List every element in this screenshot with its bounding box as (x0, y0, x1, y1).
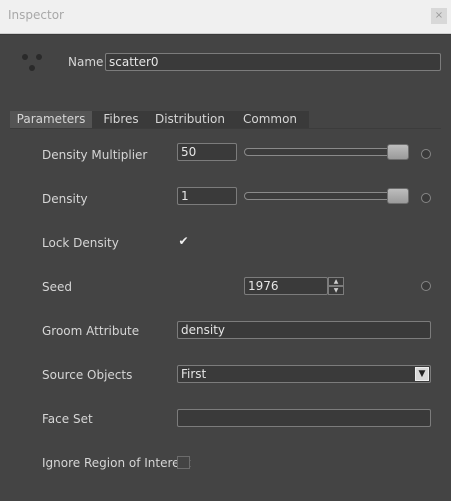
tab-fibres[interactable]: Fibres (92, 111, 150, 128)
density-multiplier-slider-handle[interactable] (387, 144, 409, 160)
density-multiplier-label: Density Multiplier (42, 148, 148, 162)
groom-attribute-field[interactable]: density (177, 321, 431, 339)
density-slider[interactable] (244, 192, 409, 200)
face-set-field[interactable] (177, 409, 431, 427)
scatter-node-icon (20, 52, 46, 74)
groom-attribute-label: Groom Attribute (42, 324, 140, 338)
density-label: Density (42, 192, 88, 206)
density-multiplier-slider[interactable] (244, 148, 409, 156)
density-multiplier-keyframe-icon[interactable] (421, 149, 431, 159)
lock-density-label: Lock Density (42, 236, 119, 250)
tab-distribution[interactable]: Distribution (150, 111, 230, 128)
tab-common[interactable]: Common (234, 111, 306, 128)
close-icon[interactable]: × (431, 8, 447, 24)
tab-parameters[interactable]: Parameters (10, 111, 92, 128)
lock-density-checkbox[interactable]: ✔ (177, 235, 190, 249)
face-set-label: Face Set (42, 412, 93, 426)
density-slider-handle[interactable] (387, 188, 409, 204)
ignore-roi-checkbox[interactable] (177, 456, 190, 469)
density-keyframe-icon[interactable] (421, 193, 431, 203)
icon-dot (29, 65, 35, 71)
seed-label: Seed (42, 280, 72, 294)
name-field[interactable]: scatter0 (105, 53, 441, 71)
density-field[interactable]: 1 (177, 187, 237, 205)
name-label: Name (68, 55, 104, 69)
icon-dot (36, 54, 42, 60)
seed-increment-button[interactable]: ▲ (328, 277, 344, 286)
ignore-roi-label: Ignore Region of Interest (42, 456, 191, 470)
inspector-panel (0, 34, 451, 501)
seed-decrement-button[interactable]: ▼ (328, 286, 344, 295)
density-multiplier-field[interactable]: 50 (177, 143, 237, 161)
seed-field[interactable]: 1976 (244, 277, 328, 295)
seed-keyframe-icon[interactable] (421, 281, 431, 291)
source-objects-select[interactable]: First (177, 365, 431, 383)
divider (0, 34, 451, 35)
chevron-down-icon[interactable]: ▼ (415, 367, 429, 381)
source-objects-label: Source Objects (42, 368, 133, 382)
tab-divider (10, 128, 441, 129)
title-bar: Inspector × (0, 0, 451, 34)
icon-dot (22, 54, 28, 60)
seed-spinner: ▲ ▼ (328, 277, 344, 295)
window-title: Inspector (8, 8, 64, 22)
tab-bar: Parameters Fibres Distribution Common (10, 111, 309, 128)
